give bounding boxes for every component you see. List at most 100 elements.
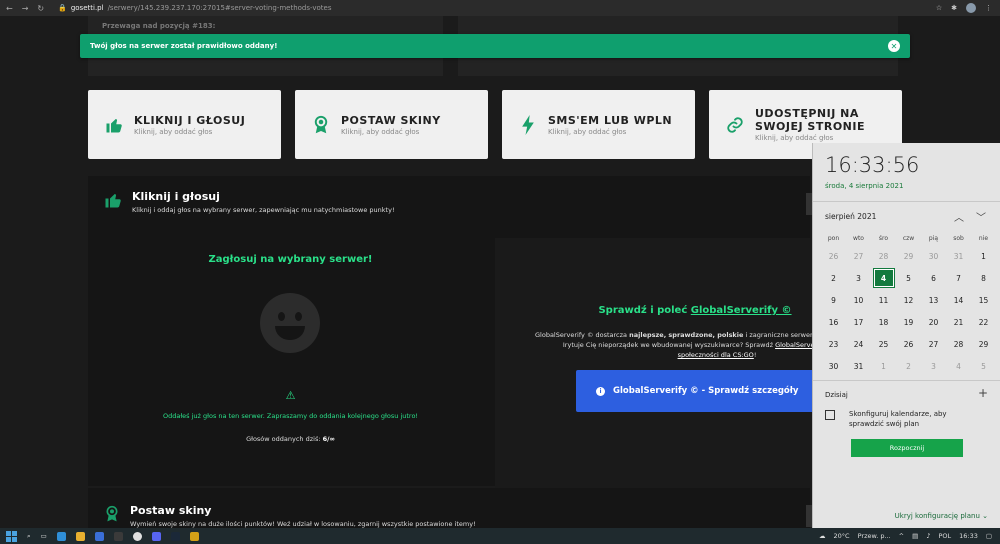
calendar-day[interactable]: 13 [921, 296, 946, 305]
calendar-month[interactable]: sierpień 2021 [825, 212, 876, 221]
calendar-day[interactable]: 1 [871, 362, 896, 371]
close-icon[interactable]: ✕ [888, 40, 900, 52]
card-click-vote[interactable]: KLIKNIJ I GŁOSUJ Kliknij, aby oddać głos [88, 90, 281, 159]
explorer-icon[interactable] [75, 531, 85, 541]
edge-icon[interactable] [56, 531, 66, 541]
calendar-day[interactable]: 23 [821, 340, 846, 349]
chrome-icon[interactable] [132, 531, 142, 541]
calendar-day[interactable]: 27 [921, 340, 946, 349]
calendar-day[interactable]: 27 [846, 252, 871, 261]
calendar-day[interactable]: 10 [846, 296, 871, 305]
calendar-day[interactable]: 2 [896, 362, 921, 371]
weather-icon[interactable]: ☁ [819, 532, 826, 540]
calendar-day[interactable]: 15 [971, 296, 996, 305]
week-row: 16 17 18 19 20 21 22 [821, 311, 997, 333]
smiley-icon [260, 293, 320, 353]
calendar-day[interactable]: 25 [871, 340, 896, 349]
weather-temp[interactable]: 20°C [834, 532, 850, 540]
calendar-day[interactable]: 28 [946, 340, 971, 349]
store-icon[interactable] [113, 531, 123, 541]
calendar-day[interactable]: 5 [896, 274, 921, 283]
network-icon[interactable]: ▤ [912, 532, 918, 540]
notifications-icon[interactable]: ▢ [986, 532, 992, 540]
promo-button-label: GlobalServerify © - Sprawdź szczegóły [613, 386, 799, 396]
weekday: pią [928, 234, 939, 242]
calendar-day[interactable]: 29 [896, 252, 921, 261]
calendar-day[interactable]: 17 [846, 318, 871, 327]
calendar-icon [825, 410, 835, 420]
add-event-icon[interactable]: + [978, 386, 988, 400]
calendar-day[interactable]: 3 [846, 274, 871, 283]
promo-link-2[interactable]: społeczności dla CS:GO [678, 351, 754, 359]
back-button[interactable]: ← [6, 4, 13, 13]
info-icon: i [596, 386, 605, 396]
calendar-day[interactable]: 31 [946, 252, 971, 261]
discord-icon[interactable] [151, 531, 161, 541]
calendar-day[interactable]: 6 [921, 274, 946, 283]
calendar-day[interactable]: 9 [821, 296, 846, 305]
start-button[interactable]: Rozpocznij [851, 439, 963, 457]
calendar-day[interactable]: 29 [971, 340, 996, 349]
volume-icon[interactable]: ♪ [926, 532, 930, 540]
calendar-day[interactable]: 14 [946, 296, 971, 305]
calendar-day[interactable]: 18 [871, 318, 896, 327]
calendar-day[interactable]: 1 [971, 252, 996, 261]
calendar-day[interactable]: 3 [921, 362, 946, 371]
search-icon[interactable]: ⌕ [27, 532, 31, 541]
calendar-day[interactable]: 21 [946, 318, 971, 327]
calendar-day[interactable]: 4 [946, 362, 971, 371]
weekday: wto [853, 234, 864, 242]
calendar-day[interactable]: 12 [896, 296, 921, 305]
votes-today-value: 6/∞ [322, 435, 335, 443]
card-title: KLIKNIJ I GŁOSUJ [134, 113, 246, 127]
calendar-day[interactable]: 19 [896, 318, 921, 327]
flyout-date[interactable]: środa, 4 sierpnia 2021 [825, 182, 903, 190]
calendar-day[interactable]: 26 [821, 252, 846, 261]
browser-toolbar: ← → ↻ 🔒 gosetti.pl/serwery/145.239.237.1… [0, 0, 1000, 16]
divider [813, 201, 1000, 202]
calendar-day[interactable]: 30 [821, 362, 846, 371]
calendar-day[interactable]: 30 [921, 252, 946, 261]
calendar-day[interactable]: 5 [971, 362, 996, 371]
menu-icon[interactable]: ⋮ [985, 4, 992, 12]
promo-details-button[interactable]: i GlobalServerify © - Sprawdź szczegóły [576, 370, 826, 412]
calendar-day[interactable]: 11 [871, 296, 896, 305]
vote-cta: Zagłosuj na wybrany serwer! [208, 254, 373, 265]
reload-button[interactable]: ↻ [37, 4, 44, 13]
calendar-day[interactable]: 24 [846, 340, 871, 349]
chevron-up-icon[interactable]: ︿ [954, 209, 964, 224]
card-sms[interactable]: SMS'EM LUB WPLN Kliknij, aby oddać głos [502, 90, 695, 159]
taskbar-clock[interactable]: 16:33 [959, 532, 978, 540]
calendar-day[interactable]: 2 [821, 274, 846, 283]
calendar-day[interactable]: 8 [971, 274, 996, 283]
bookmark-star-icon[interactable]: ☆ [936, 4, 942, 12]
calendar-day[interactable]: 16 [821, 318, 846, 327]
card-skins[interactable]: POSTAW SKINY Kliknij, aby oddać głos [295, 90, 488, 159]
calendar-day[interactable]: 31 [846, 362, 871, 371]
calendar-day[interactable]: 28 [871, 252, 896, 261]
promo-title-link[interactable]: GlobalServerify © [691, 305, 792, 316]
forward-button[interactable]: → [22, 4, 29, 13]
chevron-down-icon[interactable]: ﹀ [976, 209, 986, 224]
windows-start-icon[interactable] [6, 530, 17, 542]
csgo-icon[interactable] [189, 531, 199, 541]
task-view-icon[interactable]: ▭ [41, 532, 47, 540]
section-header: Postaw skiny Wymień swoje skiny na duże … [104, 504, 476, 528]
calendar-day-today[interactable]: 4 [871, 268, 896, 288]
avatar[interactable] [966, 3, 976, 13]
calendar-day[interactable]: 22 [971, 318, 996, 327]
steam-icon[interactable] [170, 531, 180, 541]
language[interactable]: POL [938, 532, 951, 540]
card-title: SMS'EM LUB WPLN [548, 113, 673, 127]
calendar-day[interactable]: 26 [896, 340, 921, 349]
votes-today: Głosów oddanych dziś: 6/∞ [88, 435, 493, 443]
hide-agenda-link[interactable]: Ukryj konfigurację planu ⌄ [895, 512, 988, 520]
warning-icon: ⚠ [285, 389, 296, 402]
weather-text[interactable]: Przew. p... [858, 532, 891, 540]
address-bar[interactable]: 🔒 gosetti.pl/serwery/145.239.237.170:270… [58, 4, 331, 12]
mail-icon[interactable] [94, 531, 104, 541]
calendar-day[interactable]: 7 [946, 274, 971, 283]
tray-chevron-icon[interactable]: ^ [899, 532, 904, 540]
calendar-day[interactable]: 20 [921, 318, 946, 327]
extensions-icon[interactable]: ✱ [951, 4, 957, 12]
